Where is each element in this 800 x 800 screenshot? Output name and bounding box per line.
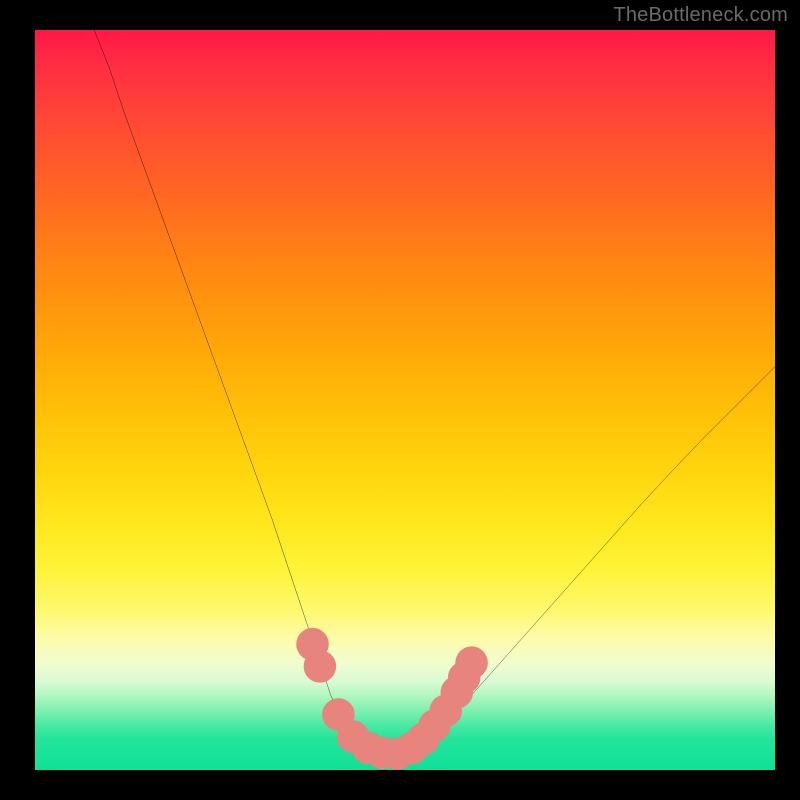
curve-markers <box>296 628 488 770</box>
plot-area <box>35 30 775 770</box>
curve-marker <box>304 650 337 683</box>
chart-frame: TheBottleneck.com <box>0 0 800 800</box>
chart-svg <box>35 30 775 770</box>
bottleneck-curve <box>94 30 775 754</box>
curve-marker <box>455 646 488 679</box>
watermark-text: TheBottleneck.com <box>613 4 788 27</box>
